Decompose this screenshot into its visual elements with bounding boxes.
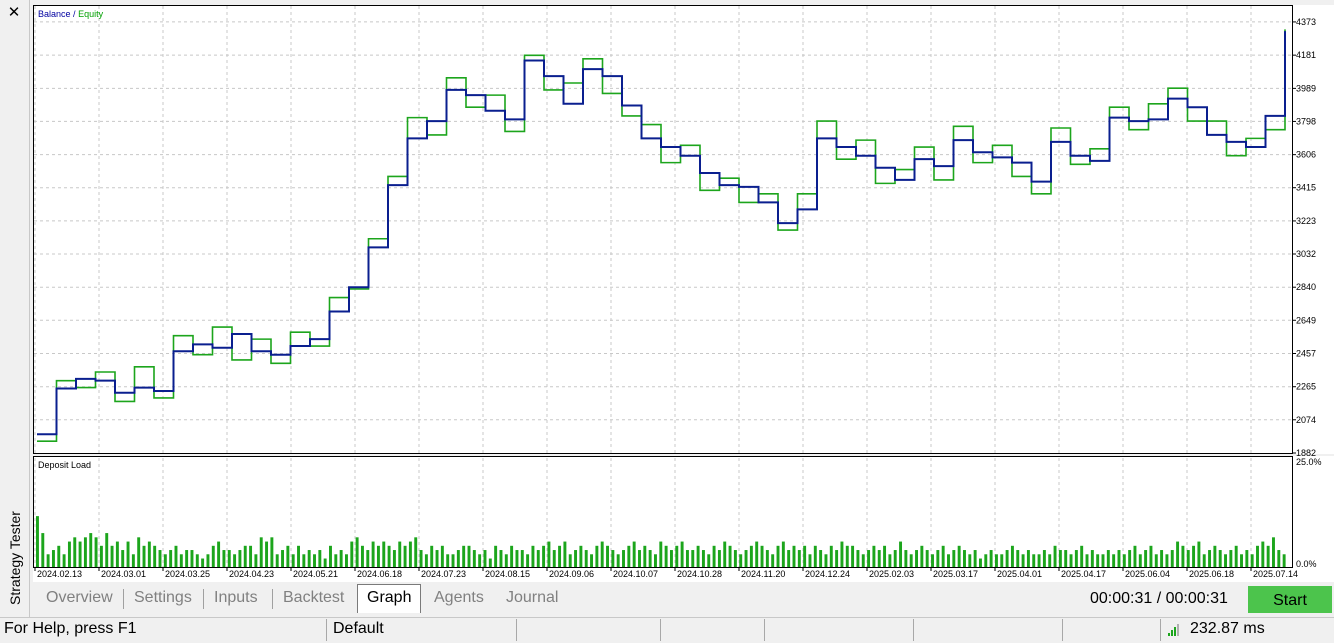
status-divider [326, 619, 327, 641]
strategy-tester-title: Strategy Tester [7, 511, 23, 605]
legend-separator: / [73, 9, 76, 19]
elapsed-timer: 00:00:31 / 00:00:31 [1090, 590, 1228, 607]
status-bar [0, 617, 1334, 643]
status-divider [1160, 619, 1161, 641]
tab-inputs[interactable]: Inputs [205, 585, 267, 611]
status-divider [1062, 619, 1063, 641]
connection-signal-icon [1168, 624, 1179, 636]
chart-legend: Balance / Equity [38, 9, 103, 19]
legend-balance: Balance [38, 9, 71, 19]
price-axis [1293, 5, 1334, 454]
legend-equity: Equity [78, 9, 104, 19]
deposit-load-axis [1293, 456, 1334, 568]
tab-agents[interactable]: Agents [425, 585, 493, 611]
status-divider [913, 619, 914, 641]
status-divider [764, 619, 765, 641]
tab-divider [272, 589, 273, 609]
tab-divider [203, 589, 204, 609]
close-icon[interactable]: ✕ [4, 4, 24, 22]
tab-overview[interactable]: Overview [37, 585, 122, 611]
status-help-text: For Help, press F1 [4, 620, 137, 637]
tab-journal[interactable]: Journal [497, 585, 567, 611]
status-divider [660, 619, 661, 641]
deposit-load-chart [33, 456, 1293, 568]
status-profile: Default [333, 620, 384, 637]
start-button[interactable]: Start [1248, 586, 1332, 613]
status-divider [516, 619, 517, 641]
balance-equity-chart [33, 5, 1293, 454]
date-axis [33, 568, 1334, 582]
tab-backtest[interactable]: Backtest [274, 585, 353, 611]
deposit-load-title: Deposit Load [38, 460, 92, 470]
tab-divider [123, 589, 124, 609]
status-ping: 232.87 ms [1190, 620, 1265, 637]
tab-graph[interactable]: Graph [357, 584, 422, 613]
tab-settings[interactable]: Settings [125, 585, 201, 611]
